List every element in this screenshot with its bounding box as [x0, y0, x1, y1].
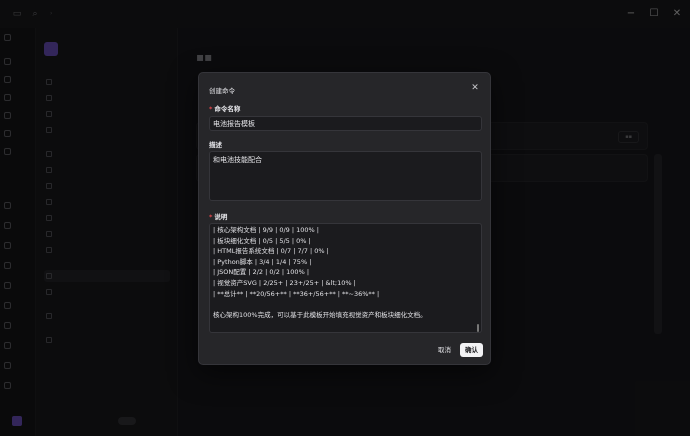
notes-content: | 核心架构文档 | 9/9 | 0/9 | 100% | | 板块细化文档 |…: [213, 225, 478, 320]
notes-line: | **总计** | **20/56+** | **36+/56+** | **…: [213, 289, 380, 298]
description-field[interactable]: 和电池技能配合: [209, 151, 482, 201]
notes-line: | Python脚本 | 3/4 | 1/4 | 75% |: [213, 257, 312, 266]
confirm-button[interactable]: 确认: [460, 343, 483, 357]
notes-scrollbar[interactable]: [477, 324, 479, 332]
create-command-dialog: 创建命令 ✕ * 命令名称 电池报告模板 描述 和电池技能配合 * 说明 | 核心架…: [198, 72, 491, 365]
notes-line: | JSON配置 | 2/2 | 0/2 | 100% |: [213, 268, 310, 277]
notes-line: [213, 299, 478, 310]
desc-label: 描述: [209, 141, 222, 149]
notes-line: 核心架构100%完成，可以基于此模板开始填充视觉资产和板块细化文档。: [213, 310, 427, 319]
notes-label-text: 说明: [214, 213, 228, 221]
name-label-text: 命令名称: [214, 105, 241, 113]
notes-line: | 视觉资产SVG | 2/25+ | 23+/25+ | &lt;10% |: [213, 278, 356, 287]
notes-line: | HTML报告系统文档 | 0/7 | 7/7 | 0% |: [213, 247, 329, 256]
close-icon[interactable]: ✕: [469, 82, 481, 94]
command-name-field[interactable]: 电池报告模板: [209, 116, 482, 131]
cancel-button[interactable]: 取消: [433, 343, 456, 357]
required-marker: *: [209, 105, 213, 113]
dialog-title: 创建命令: [209, 87, 235, 95]
name-label: * 命令名称: [209, 103, 240, 113]
notes-field[interactable]: | 核心架构文档 | 9/9 | 0/9 | 100% | | 板块细化文档 |…: [209, 223, 482, 333]
notes-line: | 核心架构文档 | 9/9 | 0/9 | 100% |: [213, 226, 319, 234]
notes-label: * 说明: [209, 211, 227, 221]
required-marker: *: [209, 213, 213, 221]
notes-line: | 板块细化文档 | 0/5 | 5/5 | 0% |: [213, 236, 311, 245]
